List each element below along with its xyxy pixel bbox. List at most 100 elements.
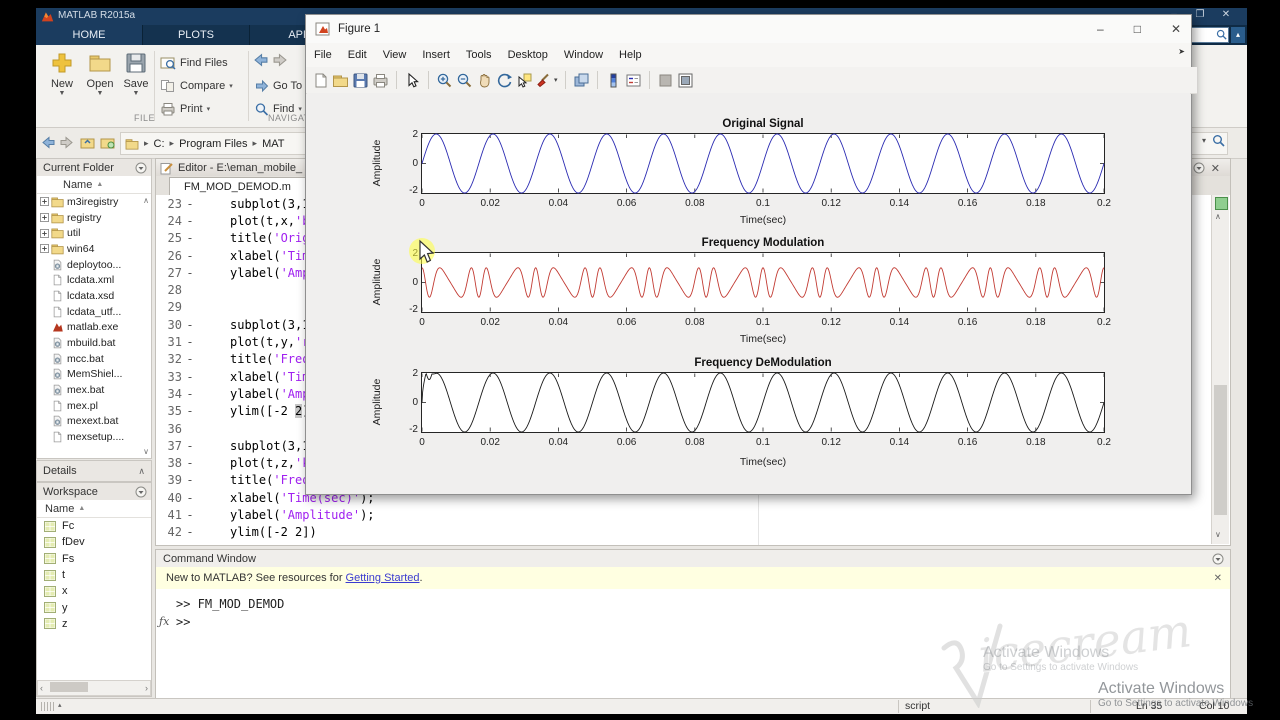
- file-row[interactable]: matlab.exe: [37, 320, 151, 336]
- subplot-axes-original-signal[interactable]: [421, 133, 1105, 194]
- workspace-column-header[interactable]: Name ▲: [37, 500, 151, 518]
- find-files-button[interactable]: Find Files: [160, 55, 228, 71]
- new-doc-icon[interactable]: [312, 72, 329, 89]
- breadcrumb-item[interactable]: MAT: [262, 138, 284, 150]
- scroll-right-icon[interactable]: ›: [145, 683, 148, 693]
- code-line[interactable]: 42- ylim([-2 2]): [156, 524, 1230, 541]
- menu-desktop[interactable]: Desktop: [500, 49, 556, 61]
- variable-row[interactable]: t: [37, 567, 151, 583]
- maximize-icon[interactable]: □: [1134, 22, 1141, 36]
- close-icon[interactable]: ✕: [1213, 9, 1239, 20]
- new-button[interactable]: New ▼: [44, 51, 80, 117]
- search-documentation-input[interactable]: [1186, 26, 1229, 43]
- editor-tab[interactable]: FM_MOD_DEMOD.m: [169, 177, 306, 196]
- open-folder-icon[interactable]: [332, 72, 349, 89]
- code-line[interactable]: 41- ylabel('Amplitude');: [156, 506, 1230, 523]
- close-icon[interactable]: ✕: [1211, 162, 1220, 175]
- tab-home[interactable]: HOME: [36, 25, 143, 45]
- banner-close-icon[interactable]: ✕: [1214, 573, 1222, 584]
- subplot-axes-frequency-modulation[interactable]: [421, 252, 1105, 313]
- scroll-up-icon[interactable]: ∧: [143, 196, 149, 205]
- back-icon[interactable]: [254, 53, 268, 67]
- forward-icon[interactable]: [60, 136, 73, 149]
- expand-icon[interactable]: [40, 244, 49, 254]
- scroll-down-icon[interactable]: ∨: [143, 447, 149, 456]
- collapse-ribbon-button[interactable]: ▴: [1231, 26, 1245, 43]
- menu-edit[interactable]: Edit: [340, 49, 375, 61]
- breadcrumb-item[interactable]: C:: [154, 138, 165, 150]
- expand-icon[interactable]: [40, 228, 49, 238]
- variable-row[interactable]: fDev: [37, 534, 151, 550]
- scroll-thumb[interactable]: [1214, 385, 1227, 515]
- panel-menu-icon[interactable]: [135, 162, 147, 174]
- go-to-button[interactable]: Go To▾: [254, 78, 310, 94]
- file-row[interactable]: mexsetup....: [37, 429, 151, 445]
- menu-overflow-icon[interactable]: ➤: [1178, 47, 1185, 56]
- workspace-hscrollbar[interactable]: ‹ ›: [37, 680, 151, 696]
- forward-icon[interactable]: [273, 53, 287, 67]
- compare-button[interactable]: Compare ▾: [160, 78, 233, 94]
- scroll-up-icon[interactable]: ∧: [1215, 212, 1221, 221]
- panel-menu-icon[interactable]: [1212, 553, 1224, 565]
- rotate-3d-icon[interactable]: [496, 72, 513, 89]
- current-folder-column-header[interactable]: Name ▲: [37, 176, 151, 194]
- breadcrumb-item[interactable]: Program Files: [179, 138, 247, 150]
- pan-hand-icon[interactable]: [476, 72, 493, 89]
- menu-tools[interactable]: Tools: [458, 49, 500, 61]
- menu-insert[interactable]: Insert: [414, 49, 458, 61]
- insert-legend-icon[interactable]: [625, 72, 642, 89]
- print-button[interactable]: Print ▾: [160, 101, 210, 117]
- file-row[interactable]: mex.pl: [37, 398, 151, 414]
- expand-icon[interactable]: [40, 213, 49, 223]
- up-folder-icon[interactable]: [80, 135, 95, 149]
- browse-folder-icon[interactable]: [100, 135, 115, 149]
- variable-row[interactable]: Fs: [37, 551, 151, 567]
- link-plots-icon[interactable]: [573, 72, 590, 89]
- save-button[interactable]: Save ▼: [118, 51, 154, 117]
- data-cursor-icon[interactable]: [516, 72, 533, 89]
- close-icon[interactable]: ✕: [1171, 22, 1181, 36]
- fx-icon[interactable]: ƒx: [159, 615, 169, 628]
- chevron-down-icon[interactable]: ▾: [1202, 136, 1206, 145]
- file-row[interactable]: mex.bat: [37, 382, 151, 398]
- code-analyzer-indicator[interactable]: [1215, 197, 1228, 210]
- details-bar[interactable]: Details ∧: [36, 460, 152, 482]
- zoom-out-icon[interactable]: [456, 72, 473, 89]
- panel-menu-icon[interactable]: [135, 486, 147, 498]
- command-window-header[interactable]: Command Window: [155, 549, 1231, 569]
- insert-colorbar-icon[interactable]: [605, 72, 622, 89]
- grip-icon[interactable]: [41, 702, 55, 711]
- zoom-in-icon[interactable]: [436, 72, 453, 89]
- file-row[interactable]: mexext.bat: [37, 414, 151, 430]
- file-row[interactable]: MemShiel...: [37, 367, 151, 383]
- file-row[interactable]: registry: [37, 210, 151, 226]
- minimize-icon[interactable]: –: [1097, 22, 1104, 36]
- brush-icon[interactable]: [536, 72, 553, 89]
- menu-help[interactable]: Help: [611, 49, 650, 61]
- file-row[interactable]: m3iregistry: [37, 194, 151, 210]
- file-row[interactable]: lcdata_utf...: [37, 304, 151, 320]
- menu-file[interactable]: File: [306, 49, 340, 61]
- file-row[interactable]: mcc.bat: [37, 351, 151, 367]
- dock-figure-icon[interactable]: [677, 72, 694, 89]
- subplot-axes-frequency-demodulation[interactable]: [421, 372, 1105, 433]
- file-row[interactable]: util: [37, 225, 151, 241]
- panel-menu-icon[interactable]: [1193, 162, 1205, 174]
- getting-started-link[interactable]: Getting Started: [346, 572, 420, 584]
- file-row[interactable]: mbuild.bat: [37, 335, 151, 351]
- variable-row[interactable]: z: [37, 616, 151, 632]
- breadcrumb-search-icon[interactable]: [1212, 134, 1225, 147]
- caret-down-icon[interactable]: ▾: [554, 76, 558, 84]
- back-icon[interactable]: [42, 136, 55, 149]
- menu-view[interactable]: View: [375, 49, 415, 61]
- variable-row[interactable]: y: [37, 599, 151, 615]
- tab-plots[interactable]: PLOTS: [143, 25, 250, 45]
- file-row[interactable]: lcdata.xsd: [37, 288, 151, 304]
- menu-window[interactable]: Window: [556, 49, 611, 61]
- variable-row[interactable]: Fc: [37, 518, 151, 534]
- print-icon[interactable]: [372, 72, 389, 89]
- variable-row[interactable]: x: [37, 583, 151, 599]
- scroll-left-icon[interactable]: ‹: [40, 683, 43, 693]
- file-row[interactable]: lcdata.xml: [37, 272, 151, 288]
- file-row[interactable]: win64: [37, 241, 151, 257]
